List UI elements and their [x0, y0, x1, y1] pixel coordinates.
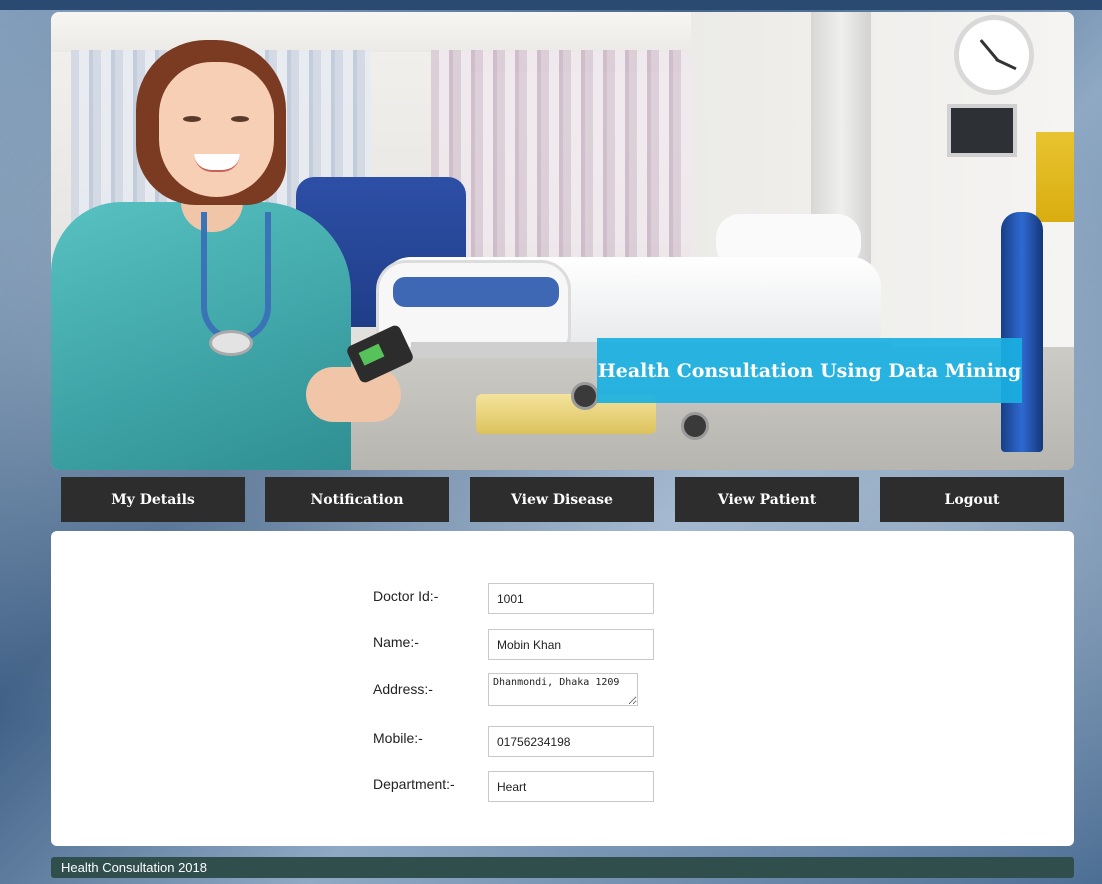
- nurse-face: [159, 62, 274, 197]
- department-label: Department:-: [373, 776, 455, 792]
- footer-bar: Health Consultation 2018: [51, 857, 1074, 878]
- sharps-box-image: [1036, 132, 1074, 222]
- doctor-id-label: Doctor Id:-: [373, 588, 439, 604]
- nurse-hand: [306, 367, 401, 422]
- nav-view-patient-button[interactable]: View Patient: [675, 477, 859, 522]
- address-field[interactable]: Dhanmondi, Dhaka 1209: [488, 673, 638, 706]
- nav-my-details-button[interactable]: My Details: [61, 477, 245, 522]
- nav-view-disease-button[interactable]: View Disease: [470, 477, 654, 522]
- monitor-image: [947, 104, 1017, 157]
- nav-logout-button[interactable]: Logout: [880, 477, 1064, 522]
- address-label: Address:-: [373, 681, 433, 697]
- name-label: Name:-: [373, 634, 419, 650]
- name-field[interactable]: [488, 629, 654, 660]
- mobile-field[interactable]: [488, 726, 654, 757]
- main-nav: My Details Notification View Disease Vie…: [61, 477, 1064, 522]
- doctor-details-card: Doctor Id:- Name:- Address:- Dhanmondi, …: [51, 531, 1074, 846]
- site-title: Health Consultation Using Data Mining: [597, 338, 1022, 403]
- stethoscope-icon: [201, 212, 271, 342]
- footer-text: Health Consultation 2018: [61, 860, 207, 875]
- bed-rail-image: [376, 260, 571, 350]
- bed-wheel-image: [571, 382, 599, 410]
- wall-clock-image: [954, 15, 1034, 95]
- stethoscope-head-icon: [209, 330, 253, 356]
- hero-banner: Health Consultation Using Data Mining: [51, 12, 1074, 470]
- nav-notification-button[interactable]: Notification: [265, 477, 449, 522]
- oxygen-cylinder-image: [1001, 212, 1043, 452]
- bed-wheel-image: [681, 412, 709, 440]
- mobile-label: Mobile:-: [373, 730, 423, 746]
- department-field[interactable]: [488, 771, 654, 802]
- top-strip: [0, 0, 1102, 10]
- doctor-id-field[interactable]: [488, 583, 654, 614]
